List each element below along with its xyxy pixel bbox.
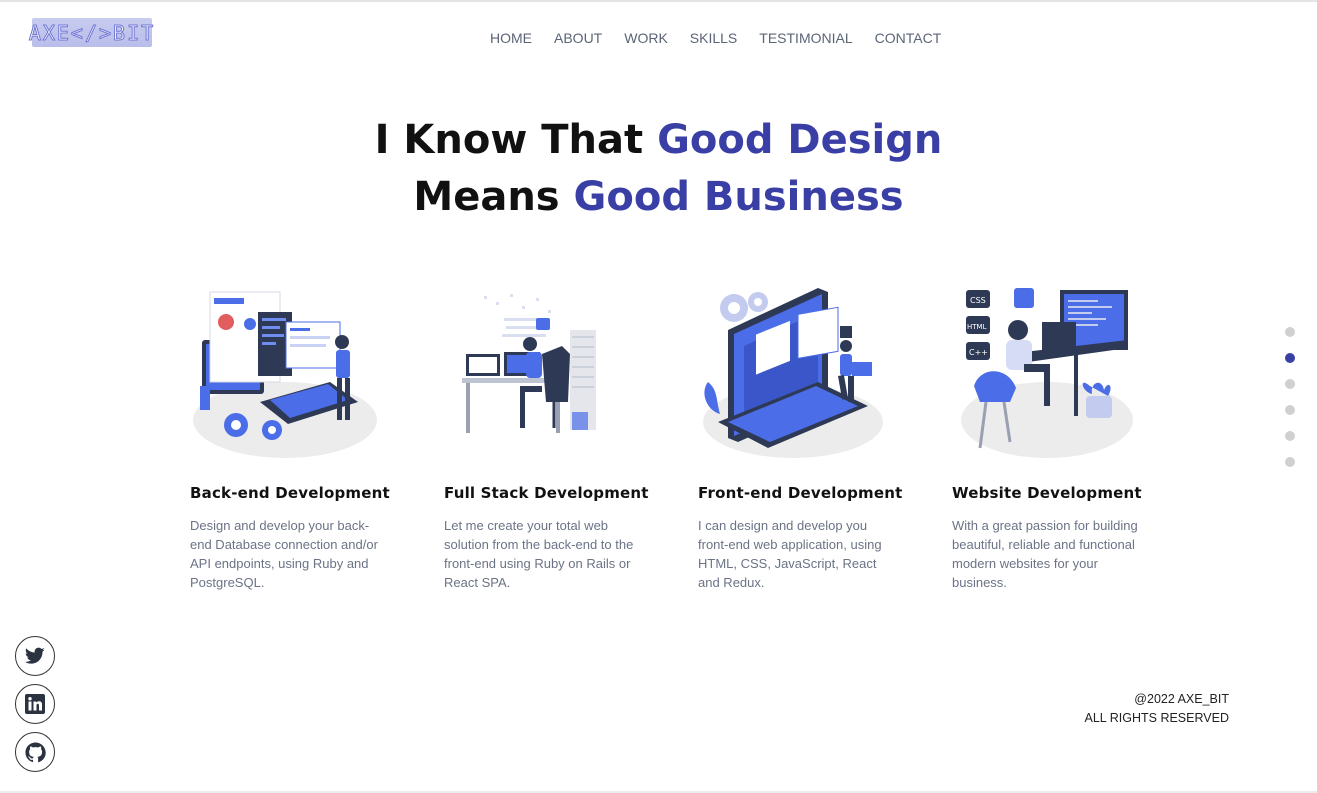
- footer: @2022 AXE_BIT ALL RIGHTS RESERVED: [1085, 690, 1230, 728]
- github-icon: [24, 741, 46, 762]
- top-border: [0, 0, 1317, 2]
- section-dot-active[interactable]: [1285, 353, 1295, 363]
- nav-home[interactable]: HOME: [484, 30, 538, 46]
- backend-illustration: [193, 291, 377, 458]
- svg-text:CSS: CSS: [970, 296, 986, 305]
- service-description: Let me create your total web solution fr…: [444, 518, 634, 590]
- hero-line1-accent: Good Design: [657, 117, 943, 163]
- fullstack-illustration: [462, 290, 608, 433]
- service-description: I can design and develop you front-end w…: [698, 518, 882, 590]
- nav-skills[interactable]: SKILLS: [684, 30, 743, 46]
- section-dot[interactable]: [1285, 379, 1295, 389]
- service-title: Website Development: [952, 484, 1142, 502]
- website-illustration: CSS HTML C++: [961, 288, 1133, 458]
- svg-text:HTML: HTML: [967, 323, 987, 331]
- section-dot[interactable]: [1285, 327, 1295, 337]
- site-logo[interactable]: AXE</>BIT: [28, 18, 156, 47]
- services-section: Back-end Development Design and develop …: [190, 282, 1206, 592]
- main-nav: HOME ABOUT WORK SKILLS TESTIMONIAL CONTA…: [480, 30, 957, 46]
- hero-heading: I Know That Good Design Means Good Busin…: [0, 112, 1317, 226]
- social-links: [15, 636, 55, 780]
- nav-work[interactable]: WORK: [618, 30, 674, 46]
- service-card-website: CSS HTML C++ Website Development With a …: [952, 282, 1206, 592]
- logo-text: AXE</>BIT: [28, 20, 156, 45]
- service-title: Front-end Development: [698, 484, 903, 502]
- service-card-frontend: Front-end Development I can design and d…: [698, 282, 952, 592]
- section-dot[interactable]: [1285, 457, 1295, 467]
- nav-testimonial[interactable]: TESTIMONIAL: [753, 30, 858, 46]
- nav-about[interactable]: ABOUT: [548, 30, 608, 46]
- twitter-icon: [25, 647, 45, 664]
- frontend-illustration: [703, 288, 883, 458]
- copyright-text: @2022 AXE_BIT: [1134, 692, 1229, 706]
- twitter-link[interactable]: [15, 636, 55, 676]
- service-description: With a great passion for building beauti…: [952, 518, 1138, 590]
- service-title: Back-end Development: [190, 484, 390, 502]
- section-dots-nav: [1285, 327, 1295, 483]
- service-title: Full Stack Development: [444, 484, 649, 502]
- service-description: Design and develop your back-end Databas…: [190, 518, 378, 590]
- section-dot[interactable]: [1285, 431, 1295, 441]
- github-link[interactable]: [15, 732, 55, 772]
- linkedin-link[interactable]: [15, 684, 55, 724]
- service-card-fullstack: Full Stack Development Let me create you…: [444, 282, 698, 592]
- service-card-backend: Back-end Development Design and develop …: [190, 282, 444, 592]
- section-dot[interactable]: [1285, 405, 1295, 415]
- hero-line1-plain: I Know That: [374, 117, 658, 163]
- nav-contact[interactable]: CONTACT: [869, 30, 948, 46]
- rights-text: ALL RIGHTS RESERVED: [1084, 711, 1230, 725]
- hero-line2-plain: Means: [413, 174, 574, 220]
- hero-line2-accent: Good Business: [573, 174, 904, 220]
- svg-text:C++: C++: [969, 348, 988, 357]
- linkedin-icon: [25, 694, 45, 714]
